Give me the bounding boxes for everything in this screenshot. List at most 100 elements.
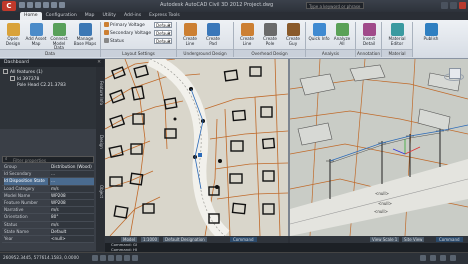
fullscreen-icon[interactable] xyxy=(450,255,456,261)
create-guy-button[interactable]: Create Guy xyxy=(282,22,304,48)
property-value[interactable]: WP208 xyxy=(50,199,94,207)
selected-pole-grip[interactable] xyxy=(198,153,202,157)
tree-item-id[interactable]: Id 397378 xyxy=(10,76,39,82)
manage-base-maps-button[interactable]: Manage Base Maps xyxy=(72,22,98,48)
property-key: Load Category xyxy=(4,185,35,191)
vtab-object[interactable]: Object xyxy=(96,177,104,207)
close-icon[interactable] xyxy=(459,2,466,9)
plan-viewport[interactable] xyxy=(105,59,288,236)
property-key: Narrative xyxy=(4,207,24,213)
maximize-icon[interactable] xyxy=(450,2,457,9)
feature-tree: All features (1) Id 397378 Pole Head C2.… xyxy=(0,67,96,129)
property-value[interactable]: m/s xyxy=(50,185,94,192)
viewcube-face[interactable] xyxy=(449,68,461,79)
designation-tab[interactable]: Default Designation xyxy=(163,237,207,242)
connect-model-data-button[interactable]: Connect Model Data xyxy=(48,22,70,50)
group-title-material: Material xyxy=(382,49,412,57)
insert-detail-button[interactable]: Insert Detail xyxy=(358,22,380,48)
property-row[interactable]: Narrative m/s xyxy=(2,207,94,215)
add-asset-map-button[interactable]: Add Asset Map xyxy=(25,22,47,48)
workspace-icon[interactable] xyxy=(420,255,426,261)
tab-express-tools[interactable]: Express Tools xyxy=(145,12,184,20)
lock-icon[interactable] xyxy=(430,255,436,261)
property-row[interactable]: Group Distribution (Wood) xyxy=(2,164,94,172)
close-icon[interactable]: ✕ xyxy=(97,59,101,67)
create-pole-button[interactable]: Create Pole xyxy=(259,22,281,48)
tree-item-pole-head[interactable]: Pole Head C2.21.3783 xyxy=(17,83,66,89)
property-value[interactable]: ... xyxy=(50,171,94,178)
scale-tab[interactable]: 1:1000 xyxy=(141,237,160,242)
site-view-tab[interactable]: Site View xyxy=(402,237,425,242)
command-line[interactable]: Command: GI Command: HI xyxy=(105,242,468,252)
plot-icon[interactable] xyxy=(59,2,65,8)
tree-item-all-features[interactable]: All features (1) xyxy=(3,69,43,75)
status-select[interactable]: Default xyxy=(154,38,172,45)
vtab-design[interactable]: Design xyxy=(96,127,104,157)
property-row[interactable]: Feature Number WP208 xyxy=(2,199,94,208)
grid-icon[interactable] xyxy=(100,255,106,261)
property-row[interactable]: State Name Default xyxy=(2,228,94,236)
minimize-icon[interactable] xyxy=(441,2,448,9)
tab-home[interactable]: Home xyxy=(20,12,42,20)
vtab-feature-info[interactable]: Feature Info xyxy=(96,73,104,113)
collapse-icon[interactable] xyxy=(10,76,15,81)
property-value[interactable]: m/s xyxy=(50,207,94,214)
open-icon[interactable] xyxy=(27,2,33,8)
command-tab-right[interactable]: Command xyxy=(436,237,463,242)
viewcube[interactable] xyxy=(444,65,464,81)
otrack-icon[interactable] xyxy=(132,255,138,261)
search-input[interactable]: Type a keyword or phrase xyxy=(306,2,364,9)
property-key: State Name xyxy=(4,228,29,234)
dimension-label: <null> xyxy=(375,191,389,196)
property-row[interactable]: Year <null> xyxy=(2,235,94,244)
open-design-button[interactable]: Open Design xyxy=(2,22,24,48)
asset-map-icon xyxy=(29,23,43,36)
tab-map[interactable]: Map xyxy=(81,12,99,20)
property-value[interactable]: ... xyxy=(50,178,94,185)
filter-properties-input[interactable]: ⌕ Filter properties xyxy=(2,156,94,163)
property-row[interactable]: Id Disposition State... xyxy=(2,178,94,186)
property-row[interactable]: Id Secondary... xyxy=(2,171,94,179)
redo-icon[interactable] xyxy=(51,2,57,8)
osnap-icon[interactable] xyxy=(124,255,130,261)
command-tab-left[interactable]: Command xyxy=(230,237,257,242)
publish-button[interactable]: Publish xyxy=(420,22,442,48)
primary-voltage-select[interactable]: Default xyxy=(154,22,172,29)
tab-configuration[interactable]: Configuration xyxy=(42,12,81,20)
property-value[interactable]: m/s xyxy=(50,221,94,228)
collapse-icon[interactable] xyxy=(3,69,8,74)
material-editor-button[interactable]: Material Editor xyxy=(384,22,410,48)
ortho-icon[interactable] xyxy=(108,255,114,261)
property-row[interactable]: Orientation 80° xyxy=(2,214,94,222)
property-value[interactable]: 80° xyxy=(50,214,94,221)
create-line-overhead-button[interactable]: Create Line xyxy=(236,22,258,48)
snap-icon[interactable] xyxy=(92,255,98,261)
create-pad-button[interactable]: Create Pad xyxy=(202,22,224,48)
property-row[interactable]: Load Category m/s xyxy=(2,185,94,193)
3d-viewport[interactable]: <null> <null> <null> xyxy=(290,59,468,236)
secondary-voltage-text: Secondary Voltage xyxy=(110,31,152,36)
title-bar: C Autodesk AutoCAD Civil 3D 2012 Project… xyxy=(0,0,468,12)
palette-side-tabs: Feature Info Design Object xyxy=(96,67,104,251)
property-value[interactable]: <null> xyxy=(50,235,94,243)
tab-add-ins[interactable]: Add-ins xyxy=(120,12,145,20)
quick-info-button[interactable]: Quick Info xyxy=(308,22,330,48)
analyze-all-button[interactable]: Analyze All xyxy=(331,22,353,48)
application-menu-button[interactable]: C xyxy=(2,1,16,11)
polar-icon[interactable] xyxy=(116,255,122,261)
secondary-voltage-label: Secondary Voltage xyxy=(104,30,151,37)
isolate-icon[interactable] xyxy=(440,255,446,261)
property-value[interactable]: WP208 xyxy=(50,192,94,199)
undo-icon[interactable] xyxy=(43,2,49,8)
tab-utility[interactable]: Utility xyxy=(98,12,120,20)
create-line-button[interactable]: Create Line xyxy=(179,22,201,48)
new-icon[interactable] xyxy=(19,2,25,8)
property-value[interactable]: Distribution (Wood) xyxy=(50,164,94,171)
save-icon[interactable] xyxy=(35,2,41,8)
property-row[interactable]: Model Name WP208 xyxy=(2,192,94,200)
view-scale-tab[interactable]: View Scale 1 xyxy=(370,237,400,242)
property-row[interactable]: Status m/s xyxy=(2,221,94,229)
ribbon-tabs: Home Configuration Map Utility Add-ins E… xyxy=(0,12,468,20)
secondary-voltage-select[interactable]: Default xyxy=(154,30,172,37)
property-value[interactable]: Default xyxy=(50,228,94,235)
